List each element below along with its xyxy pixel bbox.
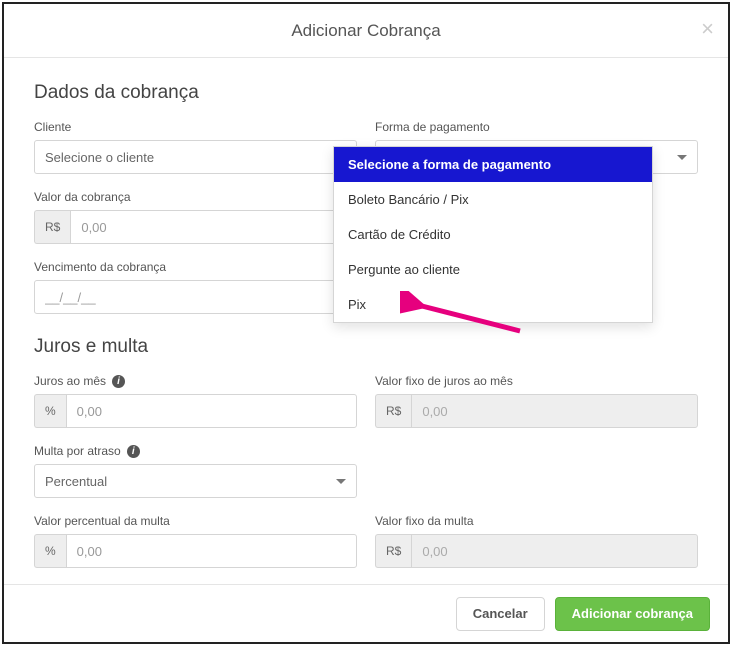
dropdown-option-pix[interactable]: Pix [334, 287, 652, 322]
addon-rs-2: R$ [375, 394, 411, 428]
valor-input[interactable] [70, 210, 357, 244]
multa-tipo-value: Percentual [45, 474, 107, 489]
multa-percentual-input[interactable] [66, 534, 357, 568]
juros-fixo-input [411, 394, 698, 428]
label-multa-tipo: Multa por atraso [34, 444, 121, 458]
close-icon[interactable]: × [701, 16, 714, 42]
juros-mes-input[interactable] [66, 394, 357, 428]
label-juros-fixo: Valor fixo de juros ao mês [375, 374, 698, 388]
cliente-select[interactable]: Selecione o cliente [34, 140, 357, 174]
dropdown-option[interactable]: Boleto Bancário / Pix [334, 182, 652, 217]
label-valor: Valor da cobrança [34, 190, 357, 204]
dropdown-option[interactable]: Cartão de Crédito [334, 217, 652, 252]
submit-button[interactable]: Adicionar cobrança [555, 597, 710, 631]
dialog-title: Adicionar Cobrança [291, 21, 440, 41]
dropdown-option[interactable]: Pergunte ao cliente [334, 252, 652, 287]
label-multa-percentual: Valor percentual da multa [34, 514, 357, 528]
dropdown-option[interactable]: Selecione a forma de pagamento [334, 147, 652, 182]
vencimento-input[interactable] [34, 280, 357, 314]
label-cliente: Cliente [34, 120, 357, 134]
cliente-select-value: Selecione o cliente [45, 150, 154, 165]
multa-fixo-input [411, 534, 698, 568]
info-icon[interactable]: i [127, 445, 140, 458]
label-juros-mes: Juros ao mês [34, 374, 106, 388]
addon-percent-2: % [34, 534, 66, 568]
label-multa-fixo: Valor fixo da multa [375, 514, 698, 528]
section-juros: Juros e multa [34, 336, 698, 358]
label-vencimento: Vencimento da cobrança [34, 260, 357, 274]
addon-rs: R$ [34, 210, 70, 244]
info-icon[interactable]: i [112, 375, 125, 388]
label-forma: Forma de pagamento [375, 120, 698, 134]
dialog-body: Dados da cobrança Cliente Selecione o cl… [4, 58, 728, 584]
cancel-button[interactable]: Cancelar [456, 597, 545, 631]
addon-percent: % [34, 394, 66, 428]
addon-rs-3: R$ [375, 534, 411, 568]
section-dados: Dados da cobrança [34, 82, 698, 104]
forma-pagamento-dropdown[interactable]: Selecione a forma de pagamento Boleto Ba… [333, 146, 653, 323]
multa-tipo-select[interactable]: Percentual [34, 464, 357, 498]
